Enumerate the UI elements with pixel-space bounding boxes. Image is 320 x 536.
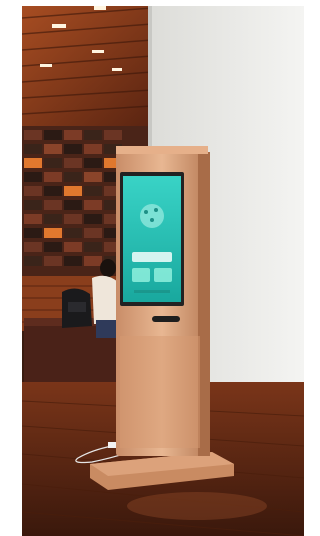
screen-right-button: [154, 268, 172, 282]
scene-svg: [22, 6, 304, 536]
screen-logo-dot: [154, 208, 158, 212]
photo-scene: [22, 6, 304, 536]
screen-left-button: [132, 268, 150, 282]
screen-logo-dot: [144, 210, 148, 214]
screen-logo-icon: [140, 204, 164, 228]
screen-main-button: [132, 252, 172, 262]
kiosk-top: [116, 146, 208, 154]
card-reader-slot: [152, 316, 180, 322]
screen-logo-dot: [150, 218, 154, 222]
backpack: [62, 288, 92, 328]
screen-footer-bar: [134, 290, 170, 293]
kiosk-screen: [123, 176, 181, 302]
floor-reflection: [127, 492, 267, 520]
kiosk-lower-panel: [120, 336, 200, 448]
